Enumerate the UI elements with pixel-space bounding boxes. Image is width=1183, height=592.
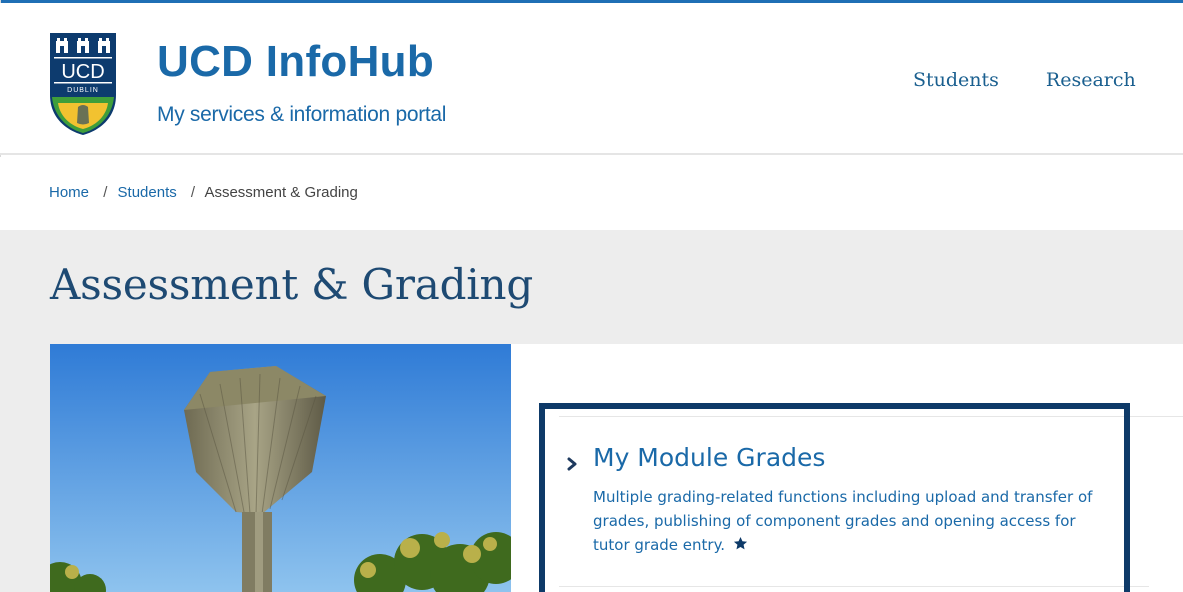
breadcrumb-bar: Home / Students / Assessment & Grading [0,157,1183,230]
breadcrumb-students[interactable]: Students [118,184,177,201]
star-icon[interactable] [733,536,748,551]
breadcrumb-current: Assessment & Grading [204,184,358,201]
item-description-text: Multiple grading-related functions inclu… [593,488,1093,554]
breadcrumb: Home / Students / Assessment & Grading [49,184,358,201]
highlight-box: My Module Grades Multiple grading-relate… [539,403,1130,592]
breadcrumb-home[interactable]: Home [49,184,89,201]
svg-text:UCD: UCD [61,61,104,83]
chevron-right-icon [567,457,577,471]
my-module-grades-link[interactable]: My Module Grades [593,443,825,472]
breadcrumb-separator: / [103,184,108,201]
site-title[interactable]: UCD InfoHub [157,37,434,87]
page-content-band: Assessment & Grading My Module Grades Mu… [0,230,1183,592]
main-navigation: Students Research [913,69,1136,91]
ucd-crest-logo[interactable]: UCD DUBLIN [48,31,118,137]
hero-image-water-tower [50,344,511,592]
content-panel: My Module Grades Multiple grading-relate… [511,344,1183,592]
svg-text:DUBLIN: DUBLIN [67,87,99,94]
site-subtitle: My services & information portal [157,103,447,126]
item-description: Multiple grading-related functions inclu… [593,485,1113,557]
nav-item-research[interactable]: Research [1046,69,1136,91]
nav-item-students[interactable]: Students [913,69,999,91]
page-title: Assessment & Grading [50,260,534,309]
breadcrumb-separator: / [190,184,196,201]
site-header: UCD DUBLIN UCD InfoHub My services & inf… [0,3,1183,155]
